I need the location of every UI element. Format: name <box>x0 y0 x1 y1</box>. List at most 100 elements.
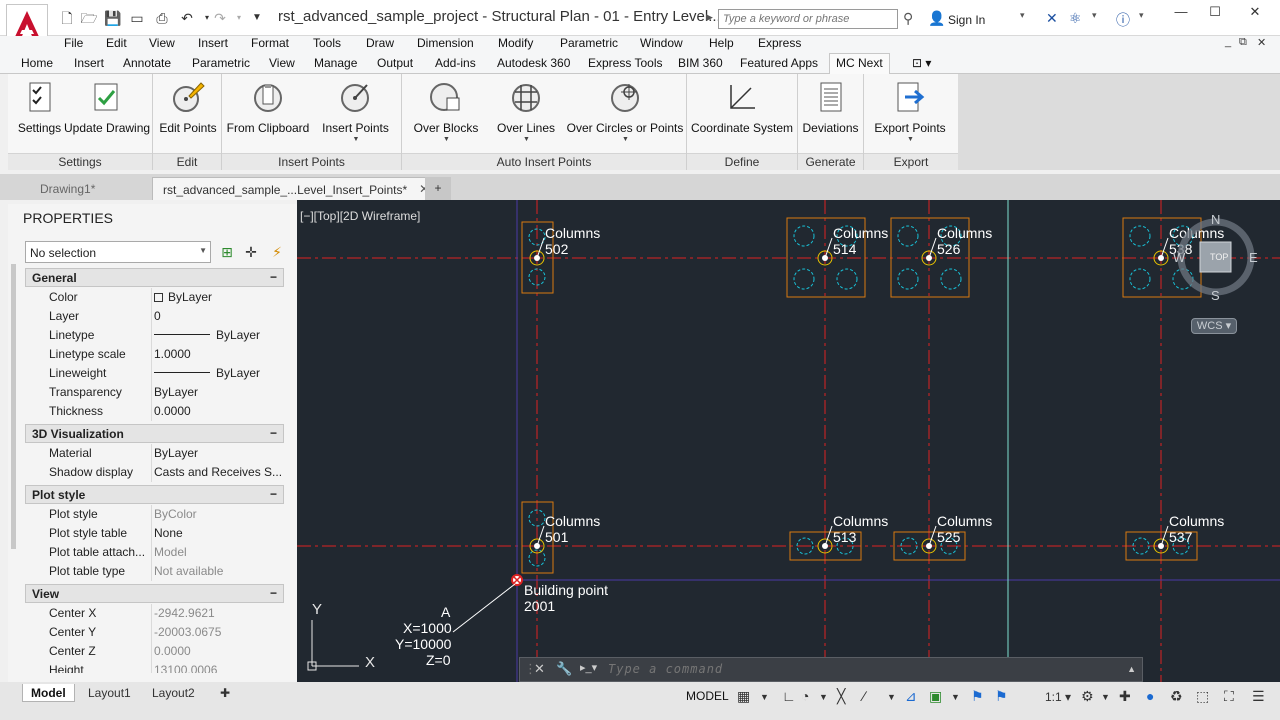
workspace-dropdown-icon[interactable]: ▼ <box>1101 692 1110 702</box>
edit-points-button[interactable]: Edit Points <box>156 78 220 153</box>
qat-customize-icon[interactable]: ▼ <box>248 9 266 27</box>
over-lines-button[interactable]: Over Lines ▼ <box>490 78 562 153</box>
menu-window[interactable]: Window <box>640 36 683 50</box>
menu-modify[interactable]: Modify <box>498 36 533 50</box>
category-general[interactable]: General − <box>25 268 284 287</box>
a360-dropdown-icon[interactable]: ▾ <box>1092 10 1097 21</box>
properties-scrollbar[interactable] <box>11 264 16 549</box>
quick-select-icon[interactable]: ⚡ <box>269 244 285 260</box>
isolate-objects-icon[interactable]: ● <box>1146 688 1154 704</box>
close-button[interactable]: ✕ <box>1240 4 1270 20</box>
osnap-dropdown-icon[interactable]: ▼ <box>887 692 896 702</box>
prop-layer[interactable]: Layer 0 <box>25 307 284 326</box>
grid-dropdown-icon[interactable]: ▼ <box>760 692 769 702</box>
menu-help[interactable]: Help <box>709 36 734 50</box>
tab-insert[interactable]: Insert <box>74 56 104 70</box>
command-input[interactable] <box>608 662 1108 676</box>
sign-in-link[interactable]: Sign In <box>948 13 985 27</box>
help-icon[interactable]: ⓘ <box>1116 10 1130 30</box>
category-3d-visualization[interactable]: 3D Visualization − <box>25 424 284 443</box>
menu-draw[interactable]: Draw <box>366 36 394 50</box>
polar-tracking-icon[interactable]: ◔ <box>801 688 809 704</box>
prop-plot-table-attach[interactable]: Plot table attach... Model <box>25 543 284 562</box>
category-view[interactable]: View − <box>25 584 284 603</box>
tab-add-ins[interactable]: Add-ins <box>435 56 476 70</box>
over-blocks-dropdown-icon[interactable]: ▼ <box>443 136 450 143</box>
prop-material[interactable]: Material ByLayer <box>25 444 284 463</box>
new-layout-icon[interactable]: ✚ <box>212 684 238 702</box>
selection-dropdown[interactable]: No selection ▼ <box>25 241 211 263</box>
tab-bim-360[interactable]: BIM 360 <box>678 56 723 70</box>
over-blocks-button[interactable]: Over Blocks ▼ <box>408 78 484 153</box>
wcs-menu-button[interactable]: WCS ▾ <box>1191 318 1237 334</box>
search-expand-icon[interactable]: ▶ <box>706 12 713 23</box>
close-cmd-icon[interactable]: ✕ <box>534 661 545 677</box>
save-as-icon[interactable]: ▭ <box>128 9 146 27</box>
prop-transparency[interactable]: Transparency ByLayer <box>25 383 284 402</box>
menu-view[interactable]: View <box>149 36 175 50</box>
redo-dropdown-icon[interactable]: ▾ <box>230 9 248 27</box>
tab-model[interactable]: Model <box>22 684 75 702</box>
doc-tab-drawing1[interactable]: Drawing1* <box>30 177 105 200</box>
doc-close-button[interactable]: ✕ <box>1257 36 1266 49</box>
command-history-up-icon[interactable]: ▲ <box>1127 664 1136 674</box>
ribbon-options-icon[interactable]: ⊡ ▾ <box>912 56 931 70</box>
lineweight-icon[interactable]: ⊿ <box>905 688 917 705</box>
collapse-icon[interactable]: − <box>270 586 277 600</box>
insert-points-button[interactable]: Insert Points ▼ <box>318 78 393 153</box>
settings-button[interactable]: Settings <box>12 78 67 153</box>
customize-cmd-icon[interactable]: 🔧 <box>556 661 572 677</box>
tab-autodesk-360[interactable]: Autodesk 360 <box>497 56 570 70</box>
search-input[interactable] <box>723 13 893 25</box>
collapse-icon[interactable]: − <box>270 487 277 501</box>
save-icon[interactable]: 💾 <box>104 9 122 27</box>
prop-height[interactable]: Height 13100.0006 <box>25 661 284 673</box>
prop-linetype[interactable]: Linetype ByLayer <box>25 326 284 345</box>
grid-icon[interactable]: ▦ <box>737 688 750 705</box>
new-tab-icon[interactable]: + <box>425 177 451 200</box>
tab-mc-next[interactable]: MC Next <box>829 53 890 74</box>
select-objects-icon[interactable]: ✛ <box>243 244 259 260</box>
prop-plot-style[interactable]: Plot style ByColor <box>25 505 284 524</box>
menu-parametric[interactable]: Parametric <box>560 36 618 50</box>
export-points-dropdown-icon[interactable]: ▼ <box>907 136 914 143</box>
coordinate-system-button[interactable]: Coordinate System <box>688 78 796 153</box>
prop-plot-table-type[interactable]: Plot table type Not available <box>25 562 284 581</box>
selection-cycling-icon[interactable]: ▣ <box>929 688 942 705</box>
prop-center-x[interactable]: Center X -2942.9621 <box>25 604 284 623</box>
tab-layout2[interactable]: Layout2 <box>144 684 203 702</box>
search-box[interactable] <box>718 9 898 29</box>
deviations-button[interactable]: Deviations <box>798 78 863 153</box>
clean-screen-icon[interactable]: ⬚ <box>1196 688 1209 705</box>
over-lines-dropdown-icon[interactable]: ▼ <box>523 136 530 143</box>
collapse-icon[interactable]: − <box>270 270 277 284</box>
plot-icon[interactable]: ⎙ <box>153 9 171 27</box>
polar-dropdown-icon[interactable]: ▼ <box>819 692 828 702</box>
new-icon[interactable]: 🗋 <box>58 9 76 27</box>
menu-tools[interactable]: Tools <box>313 36 341 50</box>
prop-shadow-display[interactable]: Shadow display Casts and Receives S... <box>25 463 284 482</box>
annotation-visibility-icon[interactable]: ⚑ <box>971 688 984 705</box>
menu-edit[interactable]: Edit <box>106 36 127 50</box>
workspace-gear-icon[interactable]: ⚙ <box>1081 688 1094 705</box>
annotation-monitor-icon[interactable]: ✚ <box>1119 688 1131 705</box>
ortho-icon[interactable]: ∟ <box>782 688 796 704</box>
customization-icon[interactable]: ⛶ <box>1224 688 1234 705</box>
help-dropdown-icon[interactable]: ▾ <box>1139 10 1144 21</box>
tab-home[interactable]: Home <box>21 56 53 70</box>
exchange-apps-icon[interactable]: ✕ <box>1046 10 1058 27</box>
export-points-button[interactable]: Export Points ▼ <box>864 78 956 153</box>
insert-points-dropdown-icon[interactable]: ▼ <box>353 136 360 143</box>
category-plot-style[interactable]: Plot style − <box>25 485 284 504</box>
prop-linetype-scale[interactable]: Linetype scale 1.0000 <box>25 345 284 364</box>
doc-tab-active[interactable]: rst_advanced_sample_...Level_Insert_Poin… <box>152 177 439 200</box>
user-icon[interactable]: 👤 <box>928 10 945 27</box>
menu-file[interactable]: File <box>64 36 83 50</box>
tab-annotate[interactable]: Annotate <box>123 56 171 70</box>
drawing-canvas[interactable]: Columns 502 Columns 514 Columns 526 Colu… <box>297 200 1280 682</box>
menu-format[interactable]: Format <box>251 36 289 50</box>
prop-lineweight[interactable]: Lineweight ByLayer <box>25 364 284 383</box>
prop-thickness[interactable]: Thickness 0.0000 <box>25 402 284 421</box>
doc-minimize-button[interactable]: _ <box>1225 36 1231 48</box>
doc-restore-button[interactable]: ⧉ <box>1239 36 1247 49</box>
